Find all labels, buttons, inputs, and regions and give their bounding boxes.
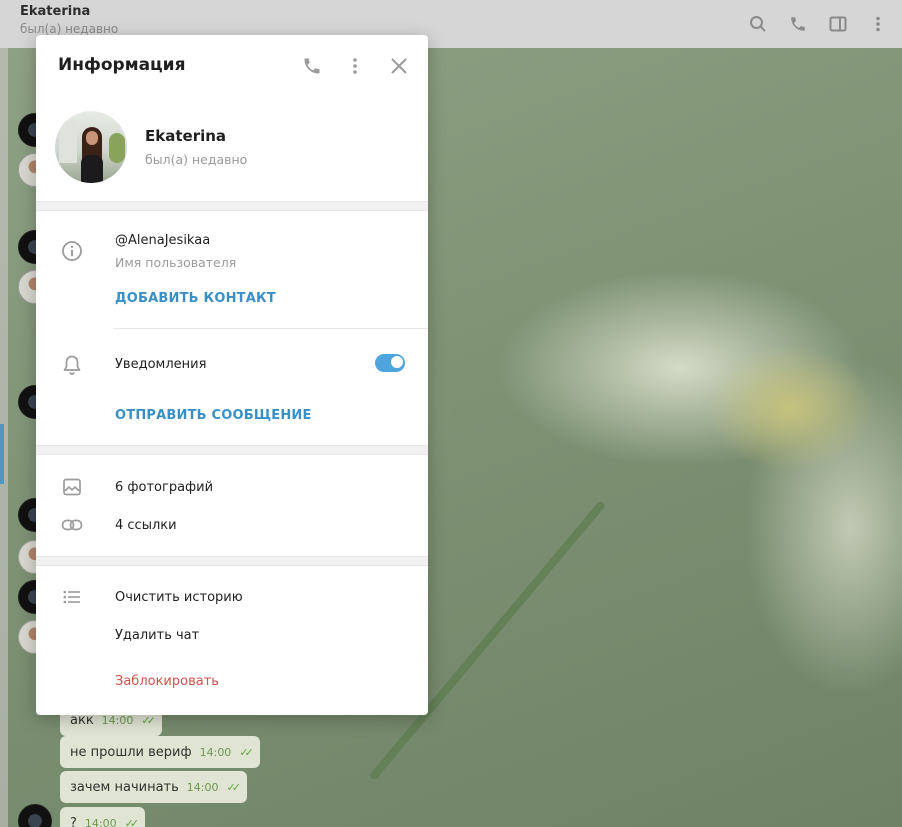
list-icon (60, 585, 84, 609)
message-time: 14:00 (186, 780, 219, 794)
message-bubble[interactable]: не прошли вериф 14:00 ✓✓ (60, 736, 260, 768)
username-value[interactable]: @AlenaJesikaa (115, 233, 210, 248)
close-icon[interactable] (387, 54, 411, 78)
avatar-photo-dress (81, 155, 103, 183)
avatar-photo-face (86, 131, 98, 145)
bell-icon (60, 353, 84, 377)
username-caption: Имя пользователя (115, 255, 237, 270)
link-icon (60, 513, 84, 537)
toggle-knob (390, 355, 404, 369)
avatar-photo-tree (109, 133, 125, 163)
profile-avatar[interactable] (55, 111, 127, 183)
info-dialog: Информация Ekaterina был(а) недавно @Ale… (36, 35, 428, 715)
more-vertical-icon[interactable] (343, 54, 367, 78)
section-separator (36, 556, 428, 566)
double-check-icon: ✓✓ (226, 780, 242, 794)
more-vertical-icon[interactable] (864, 10, 892, 38)
add-contact-button[interactable]: ДОБАВИТЬ КОНТАКТ (115, 291, 276, 306)
photo-icon (60, 475, 84, 499)
double-check-icon: ✓✓ (124, 816, 140, 827)
message-text: зачем начинать (70, 779, 179, 795)
message-text: не прошли вериф (70, 744, 192, 760)
dialog-header: Информация (36, 35, 428, 97)
phone-icon[interactable] (300, 54, 324, 78)
message-time: 14:00 (199, 745, 232, 759)
info-icon (60, 239, 84, 263)
active-chat-marker (0, 424, 4, 484)
double-check-icon: ✓✓ (141, 713, 156, 727)
double-check-icon: ✓✓ (239, 745, 254, 759)
sidebar-toggle-icon[interactable] (824, 10, 852, 38)
message-bubble[interactable]: ? 14:00 ✓✓ (60, 807, 146, 827)
message-time: 14:00 (84, 816, 117, 827)
section-separator (36, 445, 428, 455)
phone-icon[interactable] (784, 10, 812, 38)
search-icon[interactable] (744, 10, 772, 38)
clear-history-button[interactable]: Очистить историю (115, 590, 243, 605)
photos-link[interactable]: 6 фотографий (115, 480, 213, 495)
delete-chat-button[interactable]: Удалить чат (115, 628, 199, 643)
avatar-photo-background (59, 121, 77, 163)
notifications-label: Уведомления (115, 357, 207, 372)
notifications-toggle[interactable] (375, 354, 405, 372)
profile-status: был(а) недавно (145, 152, 248, 167)
section-separator (36, 201, 428, 211)
profile-name: Ekaterina (145, 127, 227, 145)
block-user-button[interactable]: Заблокировать (115, 674, 219, 689)
send-message-button[interactable]: ОТПРАВИТЬ СООБЩЕНИЕ (115, 408, 312, 423)
message-text: ? (70, 815, 77, 827)
message-time: 14:00 (101, 713, 134, 727)
dialog-title: Информация (58, 55, 186, 75)
message-bubble[interactable]: зачем начинать 14:00 ✓✓ (60, 771, 247, 803)
divider (113, 328, 428, 329)
links-link[interactable]: 4 ссылки (115, 518, 177, 533)
